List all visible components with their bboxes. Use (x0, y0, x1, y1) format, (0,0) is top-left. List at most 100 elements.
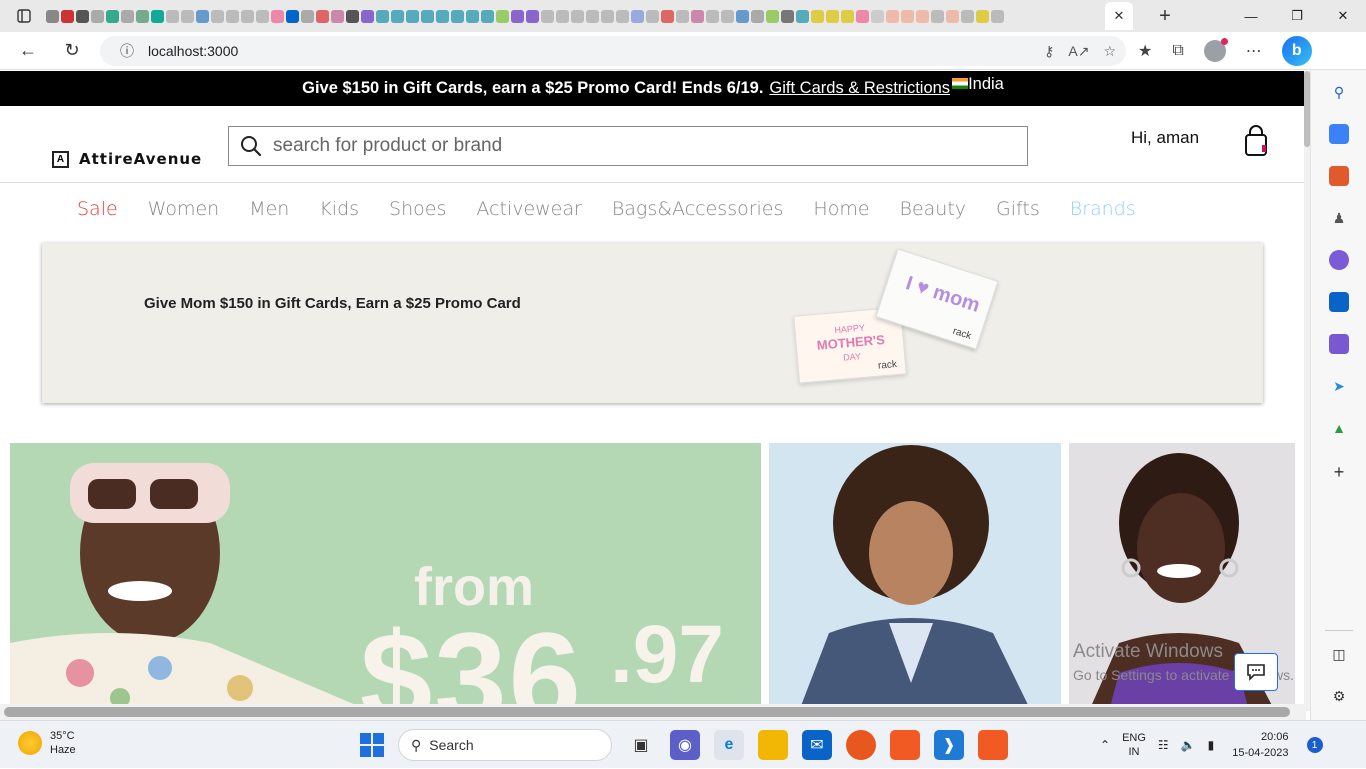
tab-favicon[interactable] (256, 9, 269, 23)
edge-browser-icon[interactable]: e (714, 730, 744, 760)
tab-favicon[interactable] (61, 9, 74, 23)
tab-favicon[interactable] (496, 9, 509, 23)
tab-favicon[interactable] (106, 9, 119, 23)
teams-chat-icon[interactable]: ◉ (670, 730, 700, 760)
nav-home[interactable]: Home (813, 198, 869, 220)
tab-favicon[interactable] (526, 9, 539, 23)
tab-favicon[interactable] (601, 9, 614, 23)
language-indicator[interactable]: ENG IN (1122, 731, 1146, 759)
tab-favicon[interactable] (616, 9, 629, 23)
microsoft365-icon[interactable] (1329, 250, 1349, 270)
tab-actions-icon[interactable] (10, 2, 38, 30)
brave-icon[interactable] (890, 730, 920, 760)
tab-favicon[interactable] (331, 9, 344, 23)
nav-brands[interactable]: Brands (1070, 198, 1136, 220)
shopping-bag-icon[interactable] (1244, 125, 1268, 157)
tab-favicon[interactable] (991, 9, 1004, 23)
tab-favicon[interactable] (886, 9, 899, 23)
tab-favicon[interactable] (946, 9, 959, 23)
user-greeting[interactable]: Hi, aman (1131, 128, 1199, 148)
tab-favicon[interactable] (556, 9, 569, 23)
tab-favicon[interactable] (706, 9, 719, 23)
restore-icon[interactable]: ❐ (1274, 0, 1320, 32)
add-icon[interactable]: + (1329, 462, 1349, 482)
tools-icon[interactable] (1329, 166, 1349, 186)
tab-favicon[interactable] (436, 9, 449, 23)
new-tab-button[interactable]: + (1151, 5, 1179, 28)
tab-favicon[interactable] (961, 9, 974, 23)
tab-favicon[interactable] (376, 9, 389, 23)
designer-icon[interactable] (1329, 334, 1349, 354)
nav-bags-accessories[interactable]: Bags&Accessories (612, 198, 784, 220)
gift-card-banner[interactable]: Give Mom $150 in Gift Cards, Earn a $25 … (42, 243, 1263, 403)
outlook-icon[interactable] (1329, 292, 1349, 312)
tab-favicon[interactable] (121, 9, 134, 23)
nav-men[interactable]: Men (249, 198, 289, 220)
site-info-icon[interactable]: ⓘ (112, 41, 142, 61)
tab-favicon[interactable] (226, 9, 239, 23)
volume-icon[interactable]: 🔈 (1181, 738, 1196, 752)
tab-favicon[interactable] (466, 9, 479, 23)
settings-gear-icon[interactable]: ⚙ (1329, 686, 1349, 706)
tab-favicon[interactable] (781, 9, 794, 23)
active-tab[interactable]: ✕ (1105, 2, 1133, 30)
tab-favicon[interactable] (211, 9, 224, 23)
more-menu-icon[interactable]: ⋯ (1246, 41, 1262, 61)
tab-favicon[interactable] (541, 9, 554, 23)
gift-card-restrictions-link[interactable]: Gift Cards & Restrictions (769, 79, 950, 98)
firefox-icon[interactable] (846, 730, 876, 760)
tab-favicon[interactable] (481, 9, 494, 23)
tab-favicon[interactable] (976, 9, 989, 23)
weather-widget[interactable]: 35°C Haze (18, 729, 76, 757)
nav-kids[interactable]: Kids (319, 198, 359, 220)
tab-favicon[interactable] (796, 9, 809, 23)
tab-favicon[interactable] (811, 9, 824, 23)
tab-favicon[interactable] (691, 9, 704, 23)
url-text[interactable]: localhost:3000 (148, 43, 238, 59)
tab-favicon[interactable] (856, 9, 869, 23)
tree-icon[interactable]: ▲ (1329, 418, 1349, 438)
nav-sale[interactable]: Sale (77, 198, 118, 220)
address-bar[interactable]: ⓘ localhost:3000 ⚷ A↗ ☆ (100, 36, 1126, 66)
close-tab-icon[interactable]: ✕ (1114, 8, 1125, 24)
taskbar-search[interactable]: ⚲ Search (398, 729, 612, 761)
tab-favicon[interactable] (136, 9, 149, 23)
read-aloud-icon[interactable]: A↗ (1068, 43, 1089, 60)
clock[interactable]: 20:06 15-04-2023 (1232, 729, 1288, 761)
tab-favicon[interactable] (826, 9, 839, 23)
tab-favicon[interactable] (181, 9, 194, 23)
nav-gifts[interactable]: Gifts (996, 198, 1040, 220)
tab-favicon[interactable] (391, 9, 404, 23)
search-icon[interactable] (229, 135, 273, 157)
add-favorite-icon[interactable]: ☆ (1103, 43, 1116, 60)
send-icon[interactable]: ➤ (1329, 376, 1349, 396)
tab-favicon[interactable] (571, 9, 584, 23)
tab-favicon[interactable] (76, 9, 89, 23)
minimize-icon[interactable]: — (1228, 0, 1274, 32)
tab-favicon[interactable] (301, 9, 314, 23)
windows-start-icon[interactable] (360, 733, 384, 757)
site-logo[interactable]: A AttireAvenue (52, 150, 202, 168)
tab-favicon[interactable] (361, 9, 374, 23)
tab-favicon[interactable] (91, 9, 104, 23)
key-icon[interactable]: ⚷ (1044, 43, 1054, 60)
back-arrow-icon[interactable]: ← (10, 36, 46, 66)
tab-favicon[interactable] (841, 9, 854, 23)
hero-sale-banner[interactable]: from $36 .97 (10, 443, 761, 711)
tab-favicon[interactable] (166, 9, 179, 23)
tab-favicon[interactable] (406, 9, 419, 23)
tab-favicon[interactable] (631, 9, 644, 23)
bing-chat-icon[interactable]: b (1281, 36, 1312, 66)
sidebar-panel-icon[interactable]: ◫ (1329, 644, 1349, 664)
tab-favicon[interactable] (661, 9, 674, 23)
chevron-up-icon[interactable]: ⌃ (1100, 738, 1110, 752)
favorites-icon[interactable]: ★ (1138, 41, 1152, 61)
mail-icon[interactable]: ✉ (802, 730, 832, 760)
wifi-icon[interactable]: ☷ (1158, 738, 1169, 752)
tab-favicon[interactable] (676, 9, 689, 23)
tab-favicon[interactable] (646, 9, 659, 23)
tab-favicon[interactable] (871, 9, 884, 23)
horizontal-scroll-thumb[interactable] (4, 707, 1290, 717)
country-selector[interactable]: India (968, 75, 1004, 94)
horizontal-scrollbar[interactable] (0, 704, 1306, 720)
